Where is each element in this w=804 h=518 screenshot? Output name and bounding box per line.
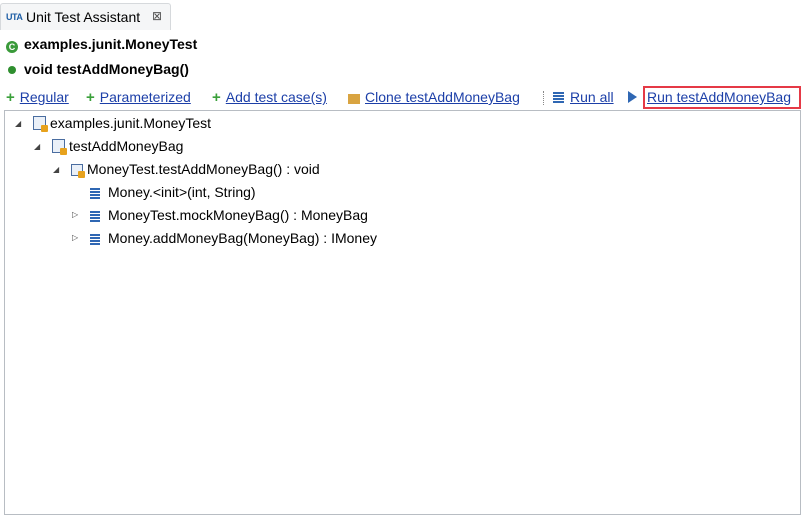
tab-title: Unit Test Assistant (26, 9, 141, 25)
expand-icon[interactable]: ▷ (72, 210, 78, 219)
list-icon (90, 234, 100, 245)
clone-icon (348, 94, 360, 104)
uta-icon: UTA (6, 12, 23, 22)
tree-item[interactable]: ◢ testAddMoneyBag (34, 138, 183, 155)
tree-item[interactable]: Money.<init>(int, String) (72, 184, 256, 200)
run-all-action[interactable]: Run all (553, 89, 614, 107)
tab-unit-test-assistant[interactable]: UTA Unit Test Assistant ⊠ (0, 3, 171, 30)
view-tab-bar: UTA Unit Test Assistant ⊠ (0, 0, 804, 30)
method-header: void testAddMoneyBag() (6, 61, 189, 77)
test-tree[interactable]: ◢ examples.junit.MoneyTest ◢ testAddMone… (4, 110, 801, 515)
method-icon (8, 65, 16, 74)
class-icon: C (6, 41, 18, 53)
add-test-case-link[interactable]: Add test case(s) (226, 89, 327, 105)
test-class-icon (33, 116, 48, 132)
run-all-icon (553, 92, 564, 104)
close-icon[interactable]: ⊠ (152, 9, 162, 23)
tree-item[interactable]: ▷ Money.addMoneyBag(MoneyBag) : IMoney (72, 230, 377, 246)
collapse-icon[interactable]: ◢ (15, 119, 21, 128)
list-icon (90, 188, 100, 199)
collapse-icon[interactable]: ◢ (53, 165, 59, 174)
parameterized-link[interactable]: Parameterized (100, 89, 191, 105)
parameterized-action[interactable]: + Parameterized (86, 89, 191, 107)
call-icon (71, 164, 85, 178)
regular-link[interactable]: Regular (20, 89, 69, 105)
tree-item[interactable]: ▷ MoneyTest.mockMoneyBag() : MoneyBag (72, 207, 368, 223)
run-all-link[interactable]: Run all (570, 89, 614, 105)
list-icon (90, 211, 100, 222)
add-test-case-icon: + (212, 89, 221, 106)
collapse-icon[interactable]: ◢ (34, 142, 40, 151)
run-icon (628, 91, 637, 103)
add-test-case-action[interactable]: + Add test case(s) (212, 89, 327, 107)
add-param-icon: + (86, 89, 95, 106)
tree-item[interactable]: ◢ MoneyTest.testAddMoneyBag() : void (53, 161, 320, 178)
expand-icon[interactable]: ▷ (72, 233, 78, 242)
method-name: void testAddMoneyBag() (24, 61, 189, 77)
tree-item[interactable]: ◢ examples.junit.MoneyTest (15, 115, 211, 132)
toolbar-separator (543, 91, 545, 105)
class-name: examples.junit.MoneyTest (24, 36, 198, 52)
class-header: Cexamples.junit.MoneyTest (6, 36, 197, 53)
highlight-box (643, 86, 801, 109)
add-icon: + (6, 89, 15, 106)
clone-action[interactable]: Clone testAddMoneyBag (348, 89, 520, 107)
regular-action[interactable]: + Regular (6, 89, 69, 107)
test-method-icon (52, 139, 67, 155)
clone-link[interactable]: Clone testAddMoneyBag (365, 89, 520, 105)
